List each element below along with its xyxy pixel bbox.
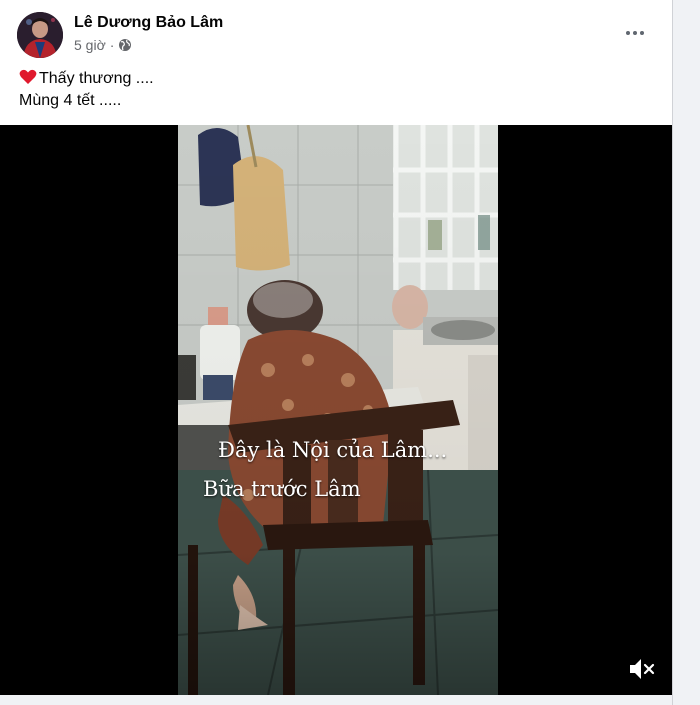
post-meta: 5 giờ ·: [74, 37, 132, 53]
page-scroll-area: [672, 0, 700, 705]
avatar[interactable]: [17, 12, 63, 58]
post-time[interactable]: 5 giờ: [74, 37, 106, 53]
video-frame[interactable]: Đây là Nội của Lâm... Bữa trước Lâm: [178, 125, 498, 695]
video-caption-line-1: Đây là Nội của Lâm...: [218, 438, 448, 462]
post-text-line-2: Mùng 4 tết .....: [19, 92, 122, 109]
video-scene: [178, 125, 498, 695]
post-text: Thấy thương .... Mùng 4 tết .....: [19, 68, 154, 112]
post-text-line-1-label: Thấy thương ....: [39, 70, 154, 87]
meta-separator: ·: [109, 37, 115, 53]
facebook-post: Lê Dương Bảo Lâm 5 giờ · Thấy thương ...…: [0, 0, 672, 705]
more-options-icon[interactable]: [620, 18, 650, 48]
post-bottom-edge: [0, 695, 672, 705]
muted-speaker-icon[interactable]: [626, 654, 658, 684]
post-header: Lê Dương Bảo Lâm 5 giờ ·: [0, 0, 672, 64]
post-text-line-1: Thấy thương ....: [19, 68, 154, 90]
video-caption-line-2: Bữa trước Lâm: [203, 477, 361, 501]
video-player[interactable]: Đây là Nội của Lâm... Bữa trước Lâm: [0, 125, 672, 695]
author-name[interactable]: Lê Dương Bảo Lâm: [74, 14, 223, 32]
globe-icon[interactable]: [118, 38, 132, 52]
red-heart-icon: [19, 69, 37, 85]
